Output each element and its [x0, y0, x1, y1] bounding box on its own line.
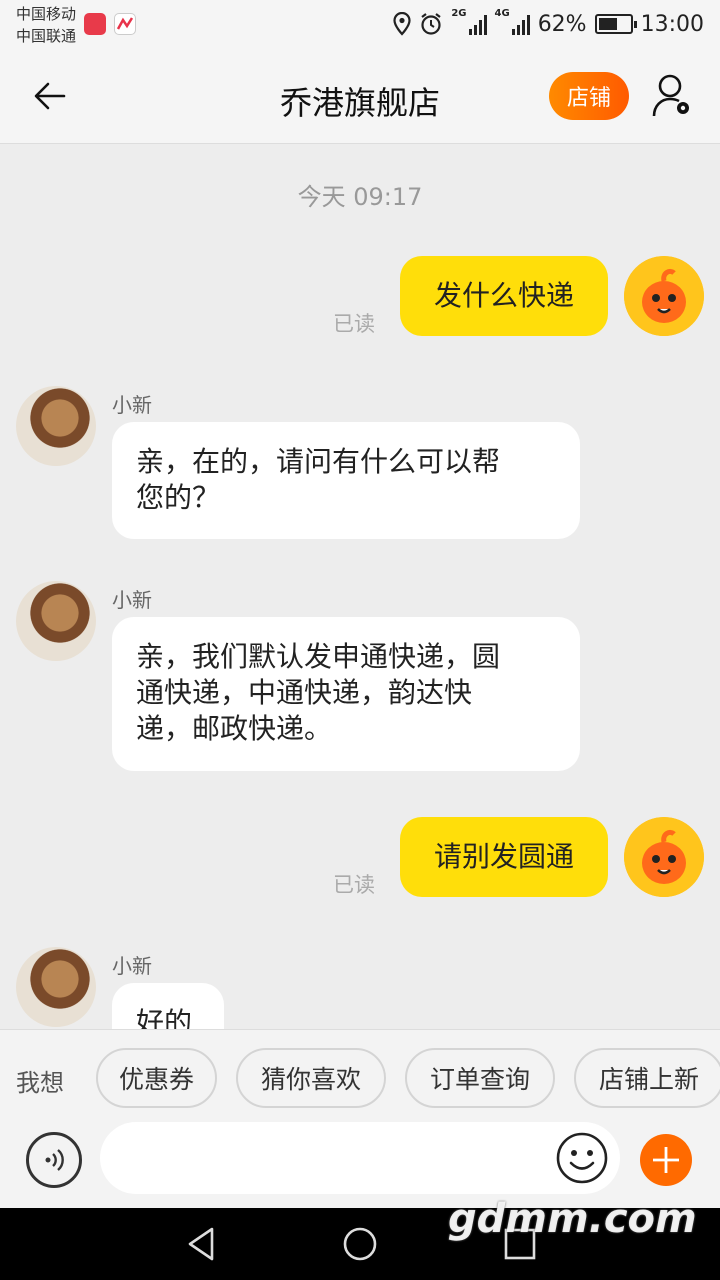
my-avatar[interactable] [624, 817, 704, 897]
mail-app-icon [114, 13, 136, 35]
alarm-icon [421, 13, 442, 35]
battery-percent: 62% [537, 11, 587, 37]
message-line: 您的？ [136, 481, 221, 514]
agent-message-bubble[interactable]: 亲，在的，请问有什么可以帮 您的？ [112, 422, 580, 539]
agent-avatar[interactable] [16, 386, 96, 466]
chip-new-arrivals[interactable]: 店铺上新 [574, 1048, 720, 1108]
more-actions-button[interactable] [640, 1134, 692, 1186]
nav-home-button[interactable] [340, 1224, 380, 1264]
message-line: 亲，在的，请问有什么可以帮 [136, 445, 501, 478]
input-bar [0, 1112, 720, 1208]
status-icons: 2G 4G 62% 13:00 [393, 8, 704, 40]
mascot-avatar-icon [624, 817, 704, 897]
agent-avatar[interactable] [16, 581, 96, 661]
read-status: 已读 [333, 873, 375, 897]
battery-icon [594, 14, 637, 34]
message-input[interactable] [100, 1122, 620, 1194]
read-status: 已读 [333, 312, 375, 336]
emoji-button[interactable] [555, 1131, 609, 1185]
plus-icon [653, 1147, 679, 1173]
clock: 13:00 [640, 11, 704, 37]
chip-recommend[interactable]: 猜你喜欢 [236, 1048, 386, 1108]
carrier-1: 中国移动 [16, 5, 77, 23]
shop-button[interactable]: 店铺 [549, 72, 629, 120]
my-message-bubble[interactable]: 请别发圆通 [400, 817, 608, 897]
chat-header: 乔港旗舰店 店铺 [0, 48, 720, 144]
status-bar: 中国移动 中国联通 2G 4G 62% 13:00 [0, 0, 720, 48]
chip-coupon[interactable]: 优惠券 [96, 1048, 217, 1108]
agent-name: 小新 [112, 588, 152, 612]
circle-home-icon [343, 1227, 377, 1261]
message-line: 亲，我们默认发申通快递，圆 [136, 640, 501, 673]
chip-order-query[interactable]: 订单查询 [405, 1048, 555, 1108]
signal-icon-2 [511, 13, 530, 35]
my-avatar[interactable] [624, 256, 704, 336]
voice-button[interactable] [26, 1132, 82, 1188]
agent-message-bubble[interactable]: 好的 [112, 983, 224, 1029]
agent-avatar[interactable] [16, 947, 96, 1027]
my-message-bubble[interactable]: 发什么快递 [400, 256, 608, 336]
agent-name: 小新 [112, 393, 152, 417]
network-type-1: 2G [451, 8, 467, 19]
mascot-avatar-icon [624, 256, 704, 336]
chat-area[interactable]: 今天 09:17 已读 发什么快递 小新 亲，在的，请问有什么可以帮 您的？ 小… [0, 145, 720, 1029]
carrier-2: 中国联通 [16, 27, 77, 45]
smiley-icon [556, 1132, 608, 1184]
huawei-app-icon [84, 13, 106, 35]
nav-back-button[interactable] [182, 1224, 222, 1264]
message-line: 通快递，中通快递，韵达快 [136, 676, 473, 709]
voice-icon [45, 1149, 64, 1171]
profile-settings-button[interactable] [650, 70, 700, 122]
chat-timestamp: 今天 09:17 [297, 183, 423, 211]
triangle-back-icon [188, 1227, 214, 1261]
network-type-2: 4G [494, 8, 510, 19]
signal-icon-1 [468, 13, 487, 35]
suggestions-label: 我想 [16, 1069, 64, 1097]
agent-message-bubble[interactable]: 亲，我们默认发申通快递，圆 通快递，中通快递，韵达快 递，邮政快递。 [112, 617, 580, 771]
battery-level [598, 18, 618, 30]
agent-name: 小新 [112, 954, 152, 978]
user-settings-icon [652, 74, 689, 117]
location-icon [393, 12, 411, 36]
watermark: gdmm.com [448, 1196, 697, 1242]
message-line: 递，邮政快递。 [136, 712, 333, 745]
